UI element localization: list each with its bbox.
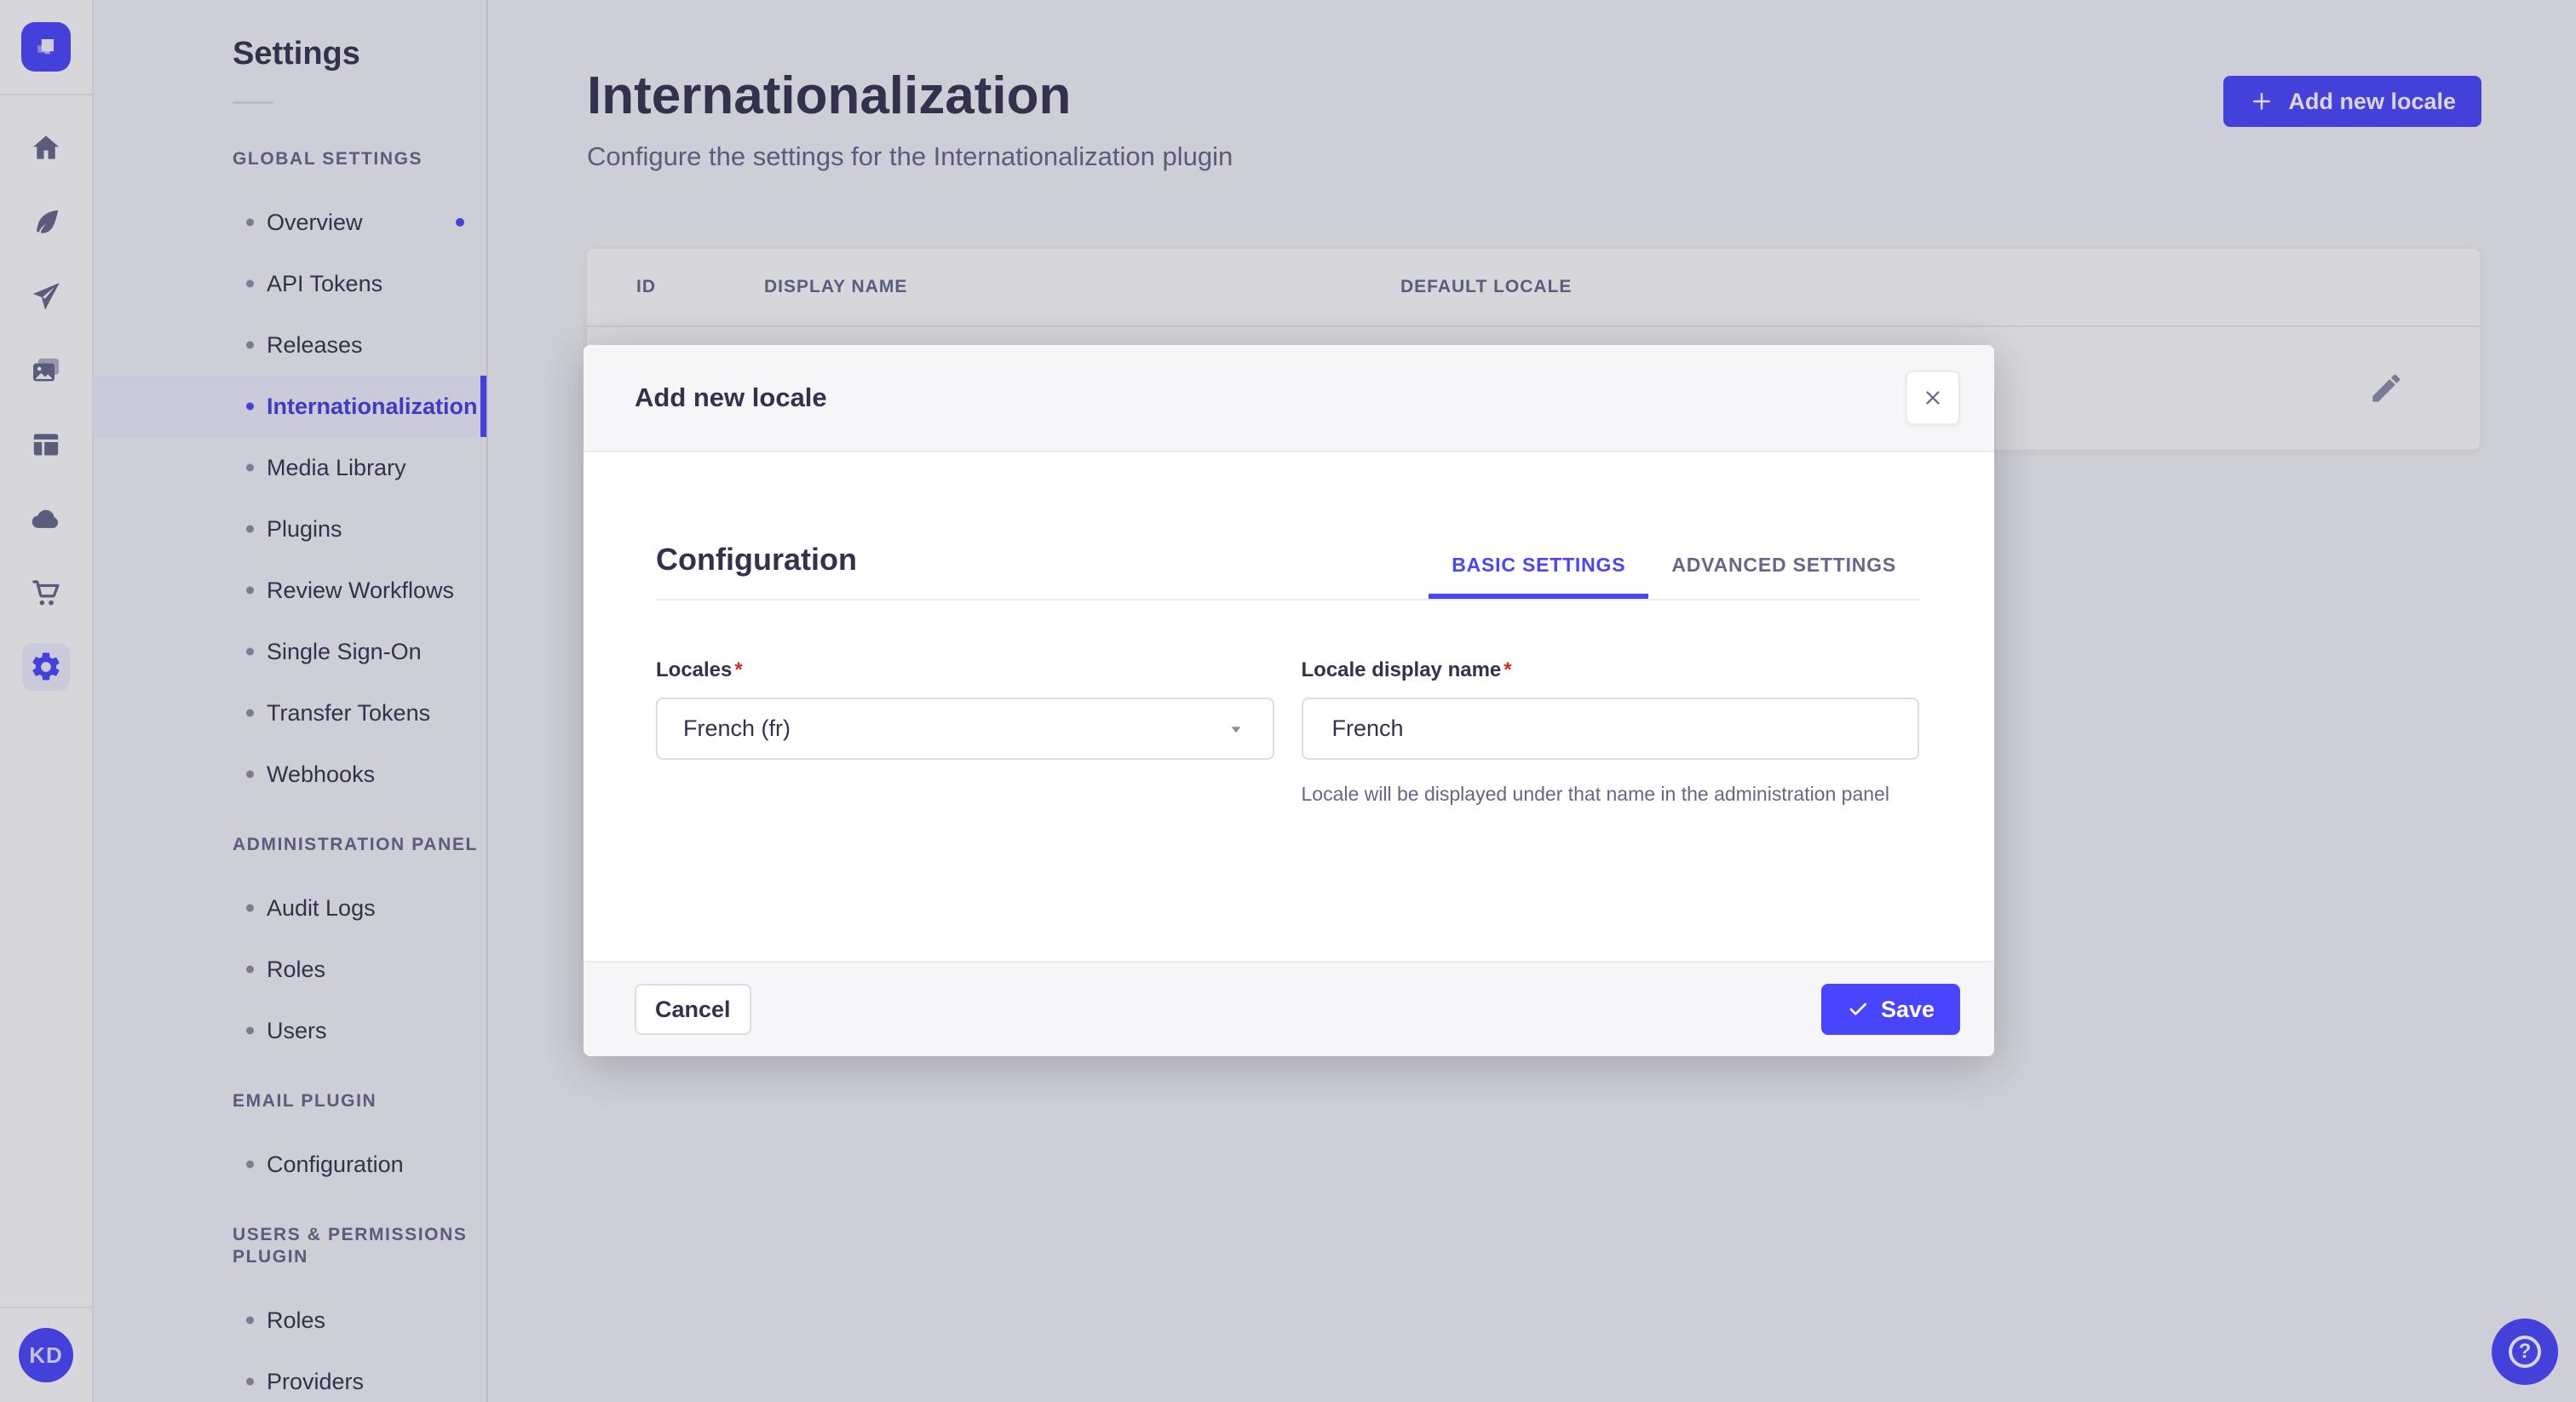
close-icon: [1926, 391, 1940, 405]
modal-body: Configuration BASIC SETTINGS ADVANCED SE…: [584, 452, 1994, 961]
locales-label: Locales *: [656, 658, 743, 681]
display-name-field: Locale display name* Locale will be disp…: [1301, 658, 1919, 807]
locales-select-value: French (fr): [683, 715, 791, 741]
modal-header: Add new locale: [584, 345, 1994, 452]
display-name-input[interactable]: [1301, 698, 1919, 760]
tab-basic-settings[interactable]: BASIC SETTINGS: [1429, 553, 1649, 599]
display-name-hint: Locale will be displayed under that name…: [1301, 783, 1889, 805]
save-button[interactable]: Save: [1820, 984, 1960, 1035]
configuration-title: Configuration: [656, 542, 857, 577]
locales-select[interactable]: French (fr): [656, 698, 1274, 760]
settings-tabs: BASIC SETTINGS ADVANCED SETTINGS: [1429, 553, 1919, 599]
add-locale-modal: Add new locale Configuration BASIC SETTI…: [584, 345, 1994, 1056]
required-mark: *: [734, 658, 743, 681]
display-name-label: Locale display name *: [1301, 658, 1512, 681]
cancel-button[interactable]: Cancel: [635, 984, 751, 1035]
close-modal-button[interactable]: [1906, 371, 1960, 425]
check-icon: [1849, 1003, 1866, 1015]
modal-title: Add new locale: [635, 382, 827, 412]
configuration-header-row: Configuration BASIC SETTINGS ADVANCED SE…: [656, 541, 1919, 600]
locale-form: Locales * French (fr) Locale display name…: [656, 658, 1919, 807]
tab-advanced-settings[interactable]: ADVANCED SETTINGS: [1648, 553, 1919, 599]
chevron-down-icon: [1231, 726, 1240, 733]
locales-field: Locales * French (fr): [656, 658, 1274, 807]
required-mark: *: [1504, 658, 1512, 681]
modal-footer: Cancel Save: [584, 961, 1994, 1056]
